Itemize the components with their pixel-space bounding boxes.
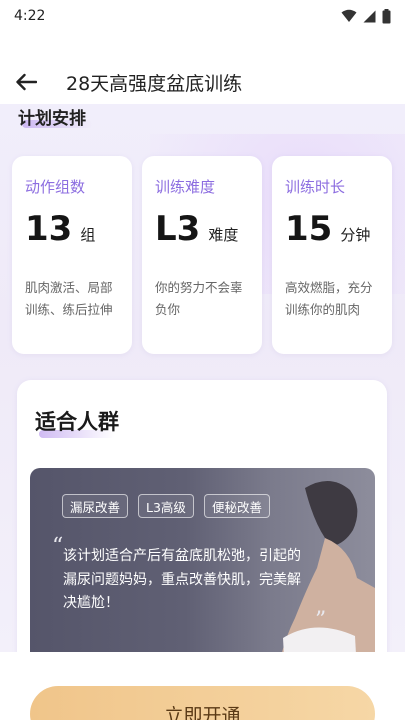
audience-description: 该计划适合产后有盆底肌松弛，引起的漏尿问题妈妈，重点改善快肌，完美解决尴尬！: [63, 548, 301, 611]
stat-value-row: L3 难度: [155, 209, 249, 249]
status-icons: [341, 8, 391, 24]
bottom-bar: 立即开通: [0, 652, 405, 720]
stat-card-duration: 训练时长 15 分钟 高效燃脂，充分训练你的肌肉: [272, 156, 392, 354]
plan-section-title: 计划安排: [18, 109, 86, 129]
wifi-icon: [341, 9, 357, 22]
status-bar: 4:22: [0, 0, 405, 32]
stat-value-row: 15 分钟: [285, 209, 379, 249]
activate-now-button[interactable]: 立即开通: [30, 686, 375, 720]
stat-value: L3: [155, 209, 201, 249]
stat-desc: 你的努力不会辜负你: [155, 280, 243, 317]
app-bar: 28天高强度盆底训练: [0, 60, 405, 104]
tag-list: 漏尿改善 L3高级 便秘改善: [62, 494, 270, 518]
audience-section-title: 适合人群: [35, 410, 119, 434]
back-arrow-icon: [16, 73, 37, 91]
stat-desc: 肌肉激活、局部训练、练后拉伸: [25, 280, 113, 317]
battery-icon: [382, 8, 391, 23]
tag: 漏尿改善: [62, 494, 129, 518]
status-time: 4:22: [14, 8, 46, 24]
stat-label: 训练时长: [285, 178, 346, 196]
tag: L3高级: [138, 494, 194, 518]
audience-card: 适合人群 漏尿改善 L3高级 便秘改善 “ 该计划适合产后有盆底肌松弛，引起的漏…: [17, 380, 387, 664]
stat-desc: 高效燃脂，充分训练你的肌肉: [285, 280, 373, 317]
stat-label: 动作组数: [25, 178, 86, 196]
content-scroll-area[interactable]: 计划安排 动作组数 13 组 肌肉激活、局部训练、练后拉伸 训练难度 L3 难度…: [0, 104, 405, 664]
stat-value-row: 13 组: [25, 209, 119, 249]
tag: 便秘改善: [203, 494, 270, 518]
signal-icon: [363, 10, 376, 22]
stat-value: 13: [25, 209, 73, 249]
open-quote-icon: “: [52, 534, 64, 559]
stat-card-sets: 动作组数 13 组 肌肉激活、局部训练、练后拉伸: [12, 156, 132, 354]
close-quote-icon: ”: [315, 608, 327, 633]
stat-value: 15: [285, 209, 333, 249]
stat-card-difficulty: 训练难度 L3 难度 你的努力不会辜负你: [142, 156, 262, 354]
stat-unit: 分钟: [340, 226, 371, 244]
back-button[interactable]: [4, 60, 48, 104]
stat-unit: 组: [80, 226, 96, 244]
audience-photo-panel: 漏尿改善 L3高级 便秘改善 “ 该计划适合产后有盆底肌松弛，引起的漏尿问题妈妈…: [30, 468, 375, 664]
page-title: 28天高强度盆底训练: [66, 72, 243, 95]
stat-unit: 难度: [208, 226, 239, 244]
stat-label: 训练难度: [155, 178, 216, 196]
